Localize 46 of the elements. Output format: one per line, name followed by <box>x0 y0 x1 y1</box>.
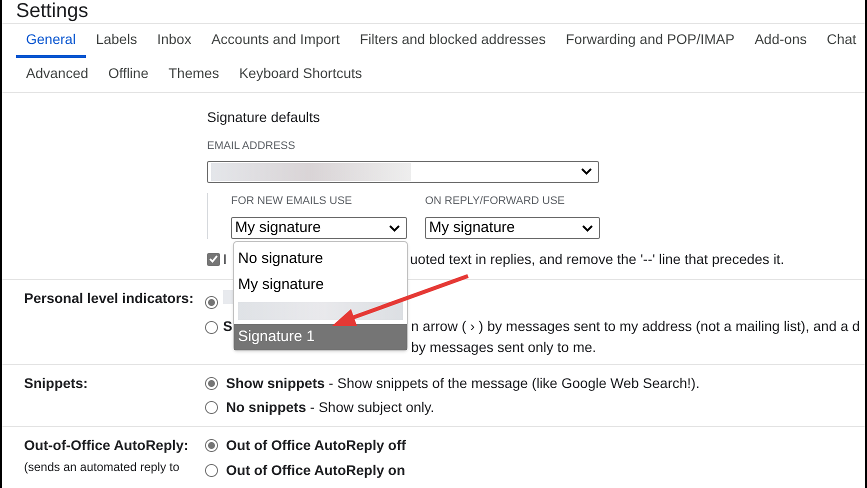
settings-tab[interactable]: Keyboard Shortcuts <box>229 58 372 92</box>
field-label: FOR NEW EMAILS USE <box>231 194 354 208</box>
settings-tab[interactable]: Inbox <box>147 24 202 58</box>
menu-item[interactable]: No signature <box>234 246 407 272</box>
option-text: n arrow ( › ) by messages sent to my address (not a mailing list), and a d <box>411 317 860 336</box>
option-text: Out of Office AutoReply off <box>226 436 406 455</box>
settings-tab[interactable]: Offline <box>98 58 158 92</box>
dropdown-select[interactable] <box>207 160 599 182</box>
menu-item[interactable]: My signature <box>234 272 407 298</box>
setting-label: Snippets: <box>24 375 88 391</box>
field-label: ON REPLY/FORWARD USE <box>425 194 566 208</box>
field-label: EMAIL ADDRESS <box>207 139 296 154</box>
checkbox-label: I <box>223 250 228 268</box>
radio-button[interactable] <box>205 464 218 477</box>
caret-icon <box>389 224 400 232</box>
option-text: Out of Office AutoReply on <box>226 461 406 480</box>
settings-tab[interactable]: Advanced <box>16 58 98 92</box>
settings-tab[interactable]: General <box>16 24 86 58</box>
radio-button[interactable] <box>205 401 218 414</box>
settings-tab[interactable]: Add-ons <box>744 24 817 58</box>
option-text: by messages sent only to me. <box>411 338 596 357</box>
caret-icon <box>581 168 592 175</box>
option-text: Show snippets - Show snippets of the message (like Google Web Search!). <box>226 374 700 393</box>
checkbox[interactable] <box>207 252 220 266</box>
caret-icon <box>582 224 593 232</box>
radio-button[interactable] <box>205 377 218 390</box>
settings-tab[interactable]: Chat <box>816 24 865 58</box>
menu-item[interactable]: Signature 1 <box>234 324 407 350</box>
setting-note: (sends an automated reply to <box>24 459 180 476</box>
settings-tab[interactable]: Labels <box>86 24 148 58</box>
page-title: Settings <box>15 0 90 22</box>
option-text: No snippets - Show subject only. <box>226 398 434 417</box>
dropdown-select[interactable]: My signature <box>231 217 407 239</box>
option-text: S <box>223 317 234 336</box>
radio-button[interactable] <box>205 296 218 309</box>
checkbox-label: uoted text in replies, and remove the '--' line that precedes it. <box>410 250 784 269</box>
settings-tab[interactable]: Themes <box>158 58 230 92</box>
radio-button[interactable] <box>205 321 218 334</box>
radio-button[interactable] <box>205 439 218 452</box>
dropdown-select[interactable]: My signature <box>425 217 600 239</box>
section-heading: Signature defaults <box>207 108 321 127</box>
setting-label: Personal level indicators: <box>24 290 194 306</box>
settings-tab[interactable]: Forwarding and POP/IMAP <box>556 24 745 58</box>
settings-tab[interactable]: Filters and blocked addresses <box>350 24 556 58</box>
settings-tab[interactable]: Accounts and Import <box>201 24 350 58</box>
setting-label: Out-of-Office AutoReply: <box>24 436 188 455</box>
